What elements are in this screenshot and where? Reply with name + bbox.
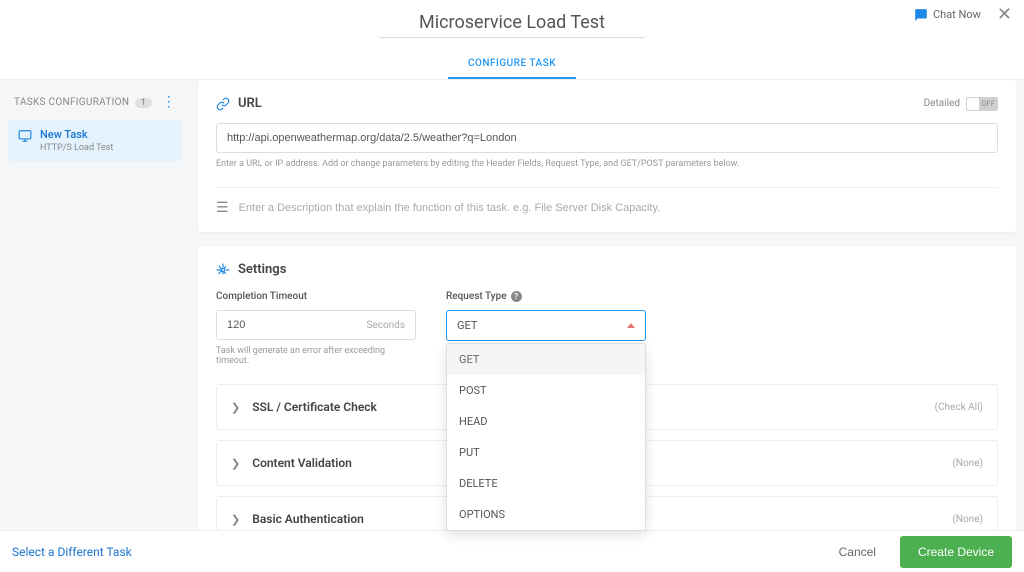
divider (216, 187, 998, 188)
detailed-label: Detailed (924, 98, 960, 109)
chat-now-button[interactable]: Chat Now (914, 8, 981, 22)
task-card-subtitle: HTTP/S Load Test (40, 143, 113, 153)
tab-configure-task[interactable]: CONFIGURE TASK (448, 50, 576, 79)
task-card[interactable]: New Task HTTP/S Load Test (8, 120, 182, 161)
url-hint: Enter a URL or IP address. Add or change… (216, 159, 998, 169)
cancel-button[interactable]: Cancel (825, 537, 890, 567)
chevron-right-icon: ❯ (231, 457, 240, 470)
help-icon[interactable]: ? (511, 291, 522, 302)
chat-now-label: Chat Now (933, 8, 981, 21)
close-button[interactable]: ✕ (997, 4, 1012, 25)
url-panel: URL Detailed OFF Enter a URL or IP addre… (198, 80, 1016, 232)
url-title: URL (238, 96, 262, 111)
chevron-right-icon: ❯ (231, 513, 240, 526)
task-card-title: New Task (40, 128, 113, 141)
section-badge: (Check All) (935, 402, 983, 413)
chevron-right-icon: ❯ (231, 401, 240, 414)
settings-title: Settings (238, 262, 286, 277)
request-type-select[interactable]: GET (446, 310, 646, 341)
create-device-button[interactable]: Create Device (900, 536, 1012, 568)
dropdown-option-put[interactable]: PUT (447, 437, 645, 468)
timeout-unit: Seconds (356, 320, 415, 331)
settings-panel: Settings Completion Timeout Seconds Task… (198, 246, 1016, 572)
detailed-toggle[interactable]: OFF (966, 97, 998, 111)
select-different-task-link[interactable]: Select a Different Task (12, 545, 132, 559)
header: Microservice Load Test CONFIGURE TASK (0, 0, 1024, 80)
monitor-icon (18, 129, 32, 143)
sidebar-heading: TASKS CONFIGURATION 1 (14, 97, 152, 108)
dropdown-option-options[interactable]: OPTIONS (447, 499, 645, 530)
footer: Select a Different Task Cancel Create De… (0, 530, 1024, 572)
request-type-dropdown: GET POST HEAD PUT DELETE OPTIONS (446, 343, 646, 531)
description-input[interactable] (239, 202, 998, 214)
dropdown-option-delete[interactable]: DELETE (447, 468, 645, 499)
url-input[interactable] (216, 123, 998, 153)
timeout-input[interactable] (217, 311, 356, 339)
sidebar-menu-button[interactable]: ⋮ (162, 94, 176, 110)
dropdown-option-get[interactable]: GET (447, 344, 645, 375)
task-count-badge: 1 (135, 98, 152, 108)
dropdown-option-head[interactable]: HEAD (447, 406, 645, 437)
timeout-label: Completion Timeout (216, 291, 416, 302)
sidebar: TASKS CONFIGURATION 1 ⋮ New Task HTTP/S … (0, 80, 190, 572)
timeout-hint: Task will generate an error after exceed… (216, 346, 416, 366)
link-icon (216, 97, 230, 111)
gear-icon (216, 263, 230, 277)
section-badge: (None) (952, 514, 983, 525)
caret-up-icon (627, 323, 635, 328)
notes-icon: ☰ (216, 200, 229, 216)
chat-icon (914, 8, 928, 22)
dropdown-option-post[interactable]: POST (447, 375, 645, 406)
request-type-label: Request Type (446, 291, 507, 302)
main-content: URL Detailed OFF Enter a URL or IP addre… (190, 80, 1024, 572)
page-title: Microservice Load Test (379, 12, 645, 38)
section-badge: (None) (952, 458, 983, 469)
